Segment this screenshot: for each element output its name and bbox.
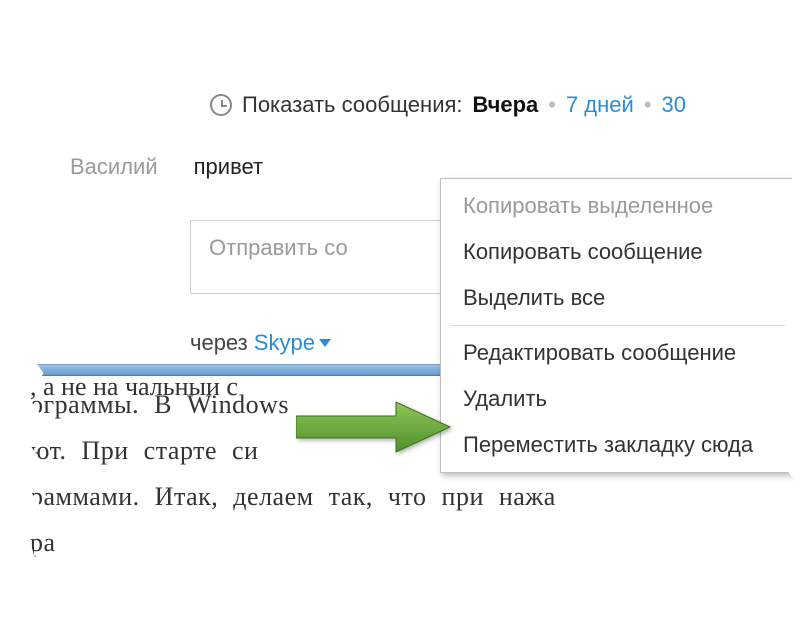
menu-copy-message[interactable]: Копировать сообщение (441, 229, 807, 275)
via-prefix: через (190, 330, 248, 356)
via-brand-label: Skype (254, 330, 315, 356)
separator-dot: • (644, 92, 652, 118)
menu-delete[interactable]: Удалить (441, 376, 807, 422)
menu-select-all[interactable]: Выделить все (441, 275, 807, 321)
send-via-selector[interactable]: через Skype (190, 330, 331, 356)
menu-separator (451, 325, 806, 326)
torn-screenshot-frame: Показать сообщения: Вчера • 7 дней • 30 … (20, 20, 807, 590)
bg-text-line: раммами. Итак, делаем так, что при нажа (30, 474, 797, 520)
message-text: привет (194, 154, 263, 180)
filter-option-7days[interactable]: 7 дней (566, 92, 634, 118)
separator-dot: • (548, 92, 556, 118)
filter-option-30[interactable]: 30 (662, 92, 686, 118)
message-date-filter: Показать сообщения: Вчера • 7 дней • 30 (210, 92, 807, 118)
menu-copy-selection: Копировать выделенное (441, 183, 807, 229)
filter-prefix-label: Показать сообщения: (242, 92, 463, 118)
context-menu: Копировать выделенное Копировать сообщен… (440, 178, 807, 473)
message-row[interactable]: Василий привет (70, 154, 263, 180)
menu-move-bookmark[interactable]: Переместить закладку сюда (441, 422, 807, 468)
message-sender: Василий (70, 154, 158, 180)
clock-icon (210, 94, 232, 116)
bg-text-line: ра (30, 520, 797, 566)
chevron-down-icon (319, 339, 331, 347)
menu-edit-message[interactable]: Редактировать сообщение (441, 330, 807, 376)
filter-option-yesterday[interactable]: Вчера (473, 92, 539, 118)
via-brand-dropdown[interactable]: Skype (254, 330, 331, 356)
input-placeholder: Отправить со (209, 235, 348, 260)
